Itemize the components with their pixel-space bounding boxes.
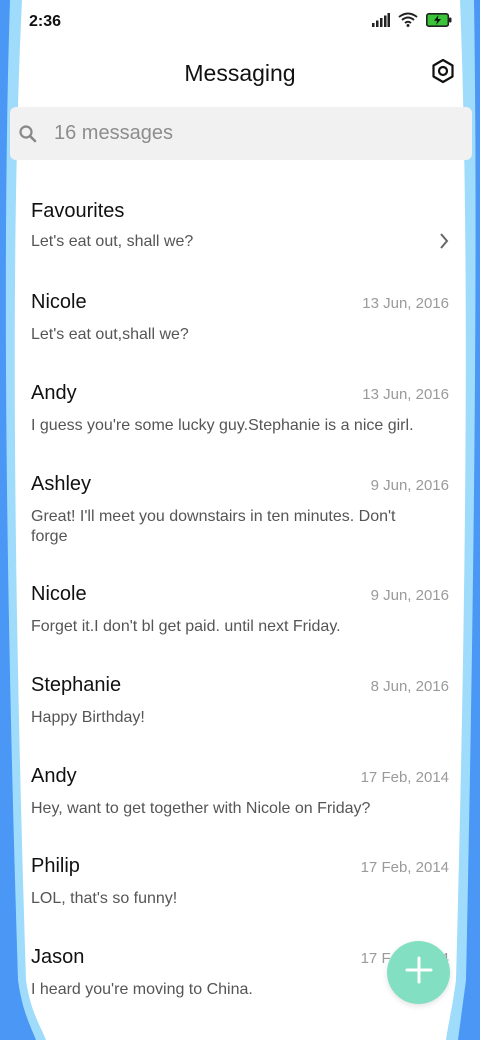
search-input[interactable] xyxy=(52,121,436,146)
search-icon xyxy=(16,122,40,146)
conversation-preview: Forget it.I don't bl get paid. until nex… xyxy=(31,618,341,635)
conversation-row[interactable]: Philip 17 Feb, 2014 LOL, that's so funny… xyxy=(0,853,480,909)
conversation-name: Favourites xyxy=(31,200,125,222)
favourites-row[interactable]: Favourites Let's eat out, shall we? xyxy=(0,198,480,252)
status-time: 2:36 xyxy=(29,13,62,30)
conversation-row[interactable]: Andy 17 Feb, 2014 Hey, want to get toget… xyxy=(0,763,480,819)
conversation-date: 9 Jun, 2016 xyxy=(370,477,449,494)
conversation-preview: I heard you're moving to China. xyxy=(31,981,253,998)
status-bar: 2:36 xyxy=(0,0,480,44)
conversation-date: 9 Jun, 2016 xyxy=(370,587,449,604)
signal-icon xyxy=(372,12,390,32)
title-bar: Messaging xyxy=(0,50,480,96)
conversation-date: 8 Jun, 2016 xyxy=(370,678,449,695)
conversation-preview: Happy Birthday! xyxy=(31,709,145,726)
search-bar[interactable] xyxy=(10,107,472,160)
page-title: Messaging xyxy=(184,59,296,86)
conversation-row[interactable]: Nicole 13 Jun, 2016 Let's eat out,shall … xyxy=(0,289,480,345)
conversation-date: 17 Feb, 2014 xyxy=(360,859,449,876)
conversation-date: 13 Jun, 2016 xyxy=(362,386,449,403)
conversation-date: 17 Feb, 2014 xyxy=(360,769,449,786)
conversation-date: 13 Jun, 2016 xyxy=(362,295,449,312)
new-message-button[interactable] xyxy=(387,941,450,1004)
conversation-row[interactable]: Nicole 9 Jun, 2016 Forget it.I don't bl … xyxy=(0,581,480,637)
status-icons xyxy=(372,12,452,32)
conversation-preview: Let's eat out,shall we? xyxy=(31,326,189,343)
plus-icon xyxy=(405,956,433,989)
conversation-preview: Hey, want to get together with Nicole on… xyxy=(31,800,371,817)
conversation-preview: LOL, that's so funny! xyxy=(31,890,178,907)
battery-charging-icon xyxy=(426,12,452,32)
conversation-row[interactable]: Stephanie 8 Jun, 2016 Happy Birthday! xyxy=(0,672,480,728)
conversation-preview: Let's eat out, shall we? xyxy=(31,233,194,250)
gear-icon xyxy=(430,58,456,89)
settings-button[interactable] xyxy=(428,58,458,88)
conversation-row[interactable]: Andy 13 Jun, 2016 I guess you're some lu… xyxy=(0,380,480,436)
conversation-preview: Great! I'll meet you downstairs in ten m… xyxy=(31,508,396,545)
conversation-preview: I guess you're some lucky guy.Stephanie … xyxy=(31,417,414,434)
wifi-icon xyxy=(398,12,418,32)
chevron-right-icon xyxy=(438,232,450,255)
conversation-row[interactable]: Ashley 9 Jun, 2016 Great! I'll meet you … xyxy=(0,471,480,547)
